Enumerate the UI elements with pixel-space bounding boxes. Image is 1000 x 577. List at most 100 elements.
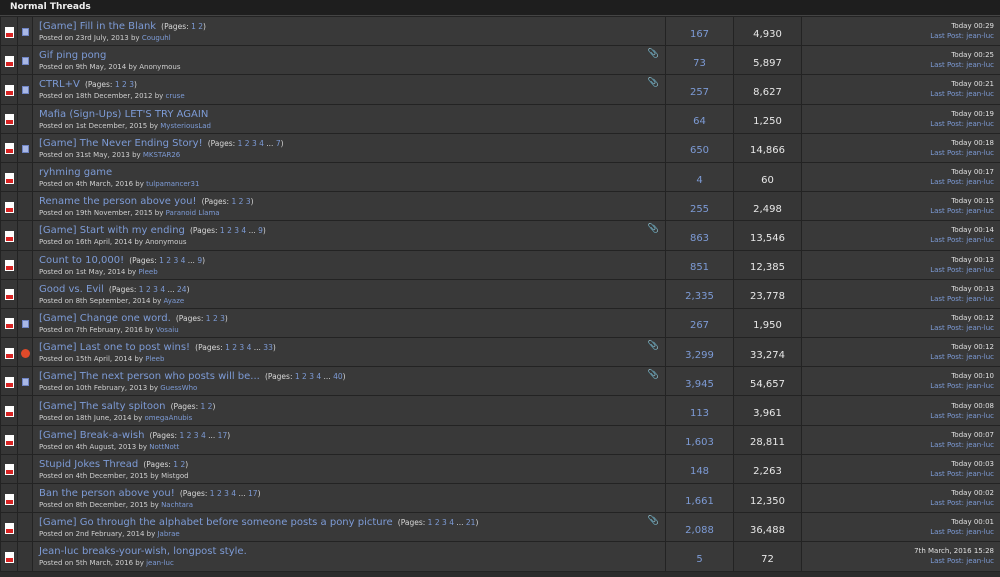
- last-post-user[interactable]: jean-luc: [966, 149, 994, 157]
- thread-author[interactable]: Vosaiu: [156, 326, 179, 334]
- replies-count[interactable]: 113: [690, 408, 709, 419]
- page-link[interactable]: 1: [159, 256, 164, 265]
- page-link[interactable]: 3: [194, 431, 199, 440]
- thread-author[interactable]: Ayaze: [163, 297, 184, 305]
- last-post-link[interactable]: Last Post: jean-luc: [802, 60, 994, 70]
- last-post-link[interactable]: Last Post: jean-luc: [802, 31, 994, 41]
- page-link[interactable]: 1: [428, 518, 433, 527]
- page-link[interactable]: 2: [208, 402, 213, 411]
- page-link[interactable]: 33: [263, 343, 273, 352]
- last-post-link[interactable]: Last Post: jean-luc: [802, 177, 994, 187]
- replies-count[interactable]: 3,945: [685, 379, 714, 390]
- thread-title-link[interactable]: CTRL+V: [39, 79, 80, 90]
- last-post-link[interactable]: Last Post: jean-luc: [802, 206, 994, 216]
- thread-author[interactable]: jean-luc: [146, 559, 174, 567]
- last-post-user[interactable]: jean-luc: [966, 441, 994, 449]
- page-link[interactable]: 7: [276, 139, 281, 148]
- replies-count[interactable]: 650: [690, 145, 709, 156]
- page-link[interactable]: 1: [238, 139, 243, 148]
- replies-count[interactable]: 2,335: [685, 291, 714, 302]
- page-link[interactable]: 2: [198, 22, 203, 31]
- last-post-link[interactable]: Last Post: jean-luc: [802, 352, 994, 362]
- page-link[interactable]: 3: [220, 314, 225, 323]
- thread-author[interactable]: Nachtara: [161, 501, 193, 509]
- page-link[interactable]: 2: [146, 285, 151, 294]
- page-link[interactable]: 3: [129, 80, 134, 89]
- last-post-user[interactable]: jean-luc: [966, 557, 994, 565]
- thread-title-link[interactable]: Gif ping pong: [39, 50, 106, 61]
- page-link[interactable]: 3: [173, 256, 178, 265]
- thread-title-link[interactable]: [Game] Break-a-wish: [39, 430, 144, 441]
- page-link[interactable]: 2: [122, 80, 127, 89]
- page-link[interactable]: 3: [234, 226, 239, 235]
- page-link[interactable]: 3: [224, 489, 229, 498]
- thread-author[interactable]: Paranoid Llama: [166, 209, 220, 217]
- page-link[interactable]: 1: [295, 372, 300, 381]
- thread-author[interactable]: MKSTAR26: [143, 151, 180, 159]
- replies-count[interactable]: 257: [690, 87, 709, 98]
- last-post-link[interactable]: Last Post: jean-luc: [802, 498, 994, 508]
- page-link[interactable]: 2: [217, 489, 222, 498]
- thread-title-link[interactable]: Good vs. Evil: [39, 284, 104, 295]
- page-link[interactable]: 2: [239, 197, 244, 206]
- last-post-user[interactable]: jean-luc: [966, 266, 994, 274]
- last-post-link[interactable]: Last Post: jean-luc: [802, 527, 994, 537]
- last-post-user[interactable]: jean-luc: [966, 499, 994, 507]
- last-post-link[interactable]: Last Post: jean-luc: [802, 556, 994, 566]
- thread-title-link[interactable]: Mafia (Sign-Ups) LET'S TRY AGAIN: [39, 109, 208, 120]
- thread-title-link[interactable]: [Game] Start with my ending: [39, 225, 185, 236]
- last-post-user[interactable]: jean-luc: [966, 32, 994, 40]
- last-post-link[interactable]: Last Post: jean-luc: [802, 89, 994, 99]
- last-post-user[interactable]: jean-luc: [966, 412, 994, 420]
- replies-count[interactable]: 3,299: [685, 350, 714, 361]
- page-link[interactable]: 1: [225, 343, 230, 352]
- thread-title-link[interactable]: [Game] The salty spitoon: [39, 401, 166, 412]
- last-post-user[interactable]: jean-luc: [966, 470, 994, 478]
- thread-author[interactable]: MysteriousLad: [160, 122, 211, 130]
- replies-count[interactable]: 4: [696, 175, 702, 186]
- thread-title-link[interactable]: Jean-luc breaks-your-wish, longpost styl…: [39, 546, 247, 557]
- page-link[interactable]: 24: [177, 285, 187, 294]
- replies-count[interactable]: 148: [690, 466, 709, 477]
- page-link[interactable]: 2: [232, 343, 237, 352]
- page-link[interactable]: 1: [201, 402, 206, 411]
- thread-title-link[interactable]: Count to 10,000!: [39, 255, 124, 266]
- last-post-user[interactable]: jean-luc: [966, 61, 994, 69]
- thread-title-link[interactable]: [Game] Fill in the Blank: [39, 21, 156, 32]
- thread-author[interactable]: Jabrae: [157, 530, 179, 538]
- thread-author[interactable]: NottNott: [149, 443, 179, 451]
- page-link[interactable]: 1: [191, 22, 196, 31]
- replies-count[interactable]: 167: [690, 29, 709, 40]
- replies-count[interactable]: 851: [690, 262, 709, 273]
- page-link[interactable]: 4: [259, 139, 264, 148]
- replies-count[interactable]: 64: [693, 116, 706, 127]
- replies-count[interactable]: 5: [696, 554, 702, 565]
- thread-title-link[interactable]: Ban the person above you!: [39, 488, 175, 499]
- page-link[interactable]: 3: [153, 285, 158, 294]
- page-link[interactable]: 17: [248, 489, 258, 498]
- thread-title-link[interactable]: [Game] The Never Ending Story!: [39, 138, 203, 149]
- thread-author[interactable]: omegaAnubis: [144, 414, 192, 422]
- page-link[interactable]: 2: [302, 372, 307, 381]
- replies-count[interactable]: 863: [690, 233, 709, 244]
- last-post-link[interactable]: Last Post: jean-luc: [802, 235, 994, 245]
- thread-title-link[interactable]: [Game] Go through the alphabet before so…: [39, 517, 393, 528]
- last-post-user[interactable]: jean-luc: [966, 178, 994, 186]
- page-link[interactable]: 1: [173, 460, 178, 469]
- page-link[interactable]: 2: [245, 139, 250, 148]
- page-link[interactable]: 4: [160, 285, 165, 294]
- page-link[interactable]: 4: [449, 518, 454, 527]
- page-link[interactable]: 1: [206, 314, 211, 323]
- page-link[interactable]: 4: [241, 226, 246, 235]
- last-post-link[interactable]: Last Post: jean-luc: [802, 148, 994, 158]
- last-post-user[interactable]: jean-luc: [966, 295, 994, 303]
- last-post-user[interactable]: jean-luc: [966, 324, 994, 332]
- page-link[interactable]: 1: [210, 489, 215, 498]
- last-post-user[interactable]: jean-luc: [966, 382, 994, 390]
- thread-author[interactable]: GuessWho: [160, 384, 197, 392]
- page-link[interactable]: 1: [115, 80, 120, 89]
- page-link[interactable]: 4: [201, 431, 206, 440]
- replies-count[interactable]: 1,661: [685, 496, 714, 507]
- page-link[interactable]: 3: [252, 139, 257, 148]
- page-link[interactable]: 40: [333, 372, 343, 381]
